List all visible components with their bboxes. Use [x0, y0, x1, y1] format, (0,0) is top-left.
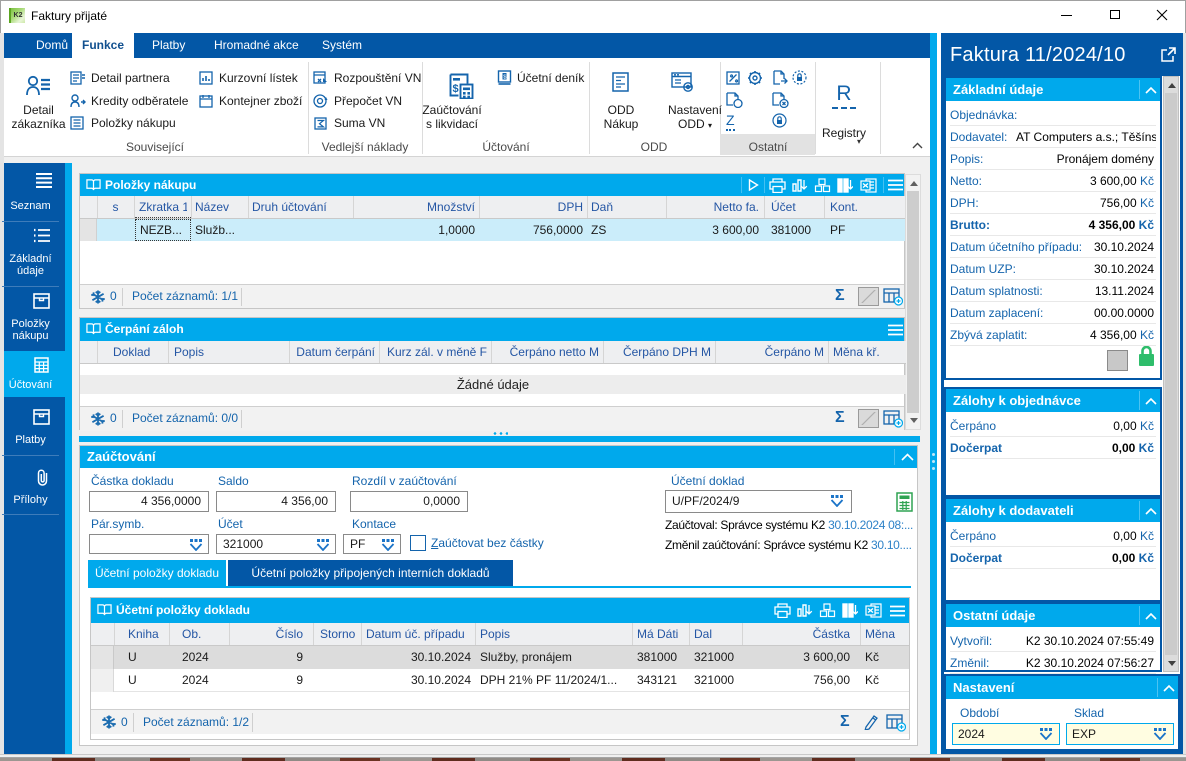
svg-text:$: $ [503, 74, 506, 80]
svg-text:$: $ [453, 83, 459, 95]
